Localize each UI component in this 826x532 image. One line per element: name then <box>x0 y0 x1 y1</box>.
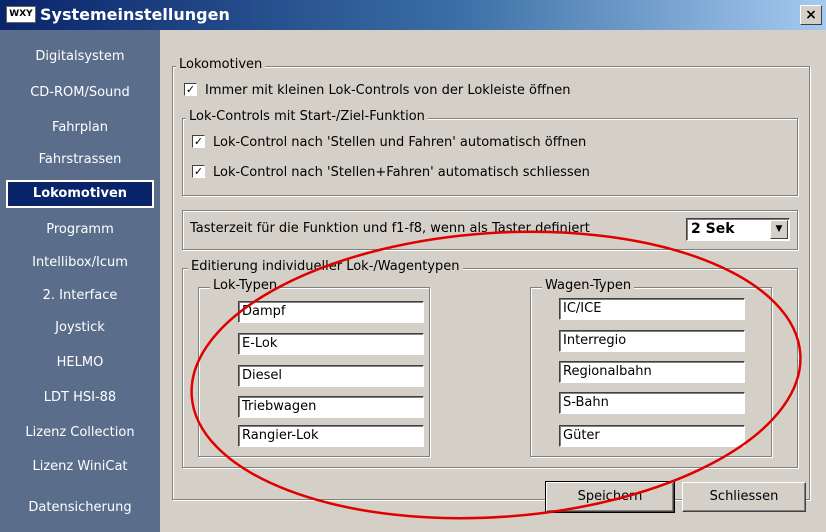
auto-open-checkbox[interactable]: ✓ <box>192 135 205 148</box>
sidebar-item-helmo[interactable]: HELMO <box>0 349 160 377</box>
sidebar-item-lizenz-winicat[interactable]: Lizenz WiniCat <box>0 453 160 481</box>
start-ziel-group <box>182 118 798 196</box>
lokomotiven-legend: Lokomotiven <box>176 57 266 72</box>
sidebar-item-digitalsystem[interactable]: Digitalsystem <box>0 43 160 71</box>
save-button[interactable]: Speichern <box>545 481 675 513</box>
lok-type-field[interactable]: E-Lok <box>238 333 424 355</box>
taster-label: Tasterzeit für die Funktion und f1-f8, w… <box>190 221 590 236</box>
title-bar: WXY Systemeinstellungen × <box>0 0 826 30</box>
editing-legend: Editierung individueller Lok-/Wagentypen <box>188 259 463 274</box>
wagen-type-field[interactable]: Regionalbahn <box>559 361 745 383</box>
sidebar-item-fahrstrassen[interactable]: Fahrstrassen <box>0 146 160 174</box>
wagen-type-field[interactable]: S-Bahn <box>559 392 745 414</box>
close-button[interactable]: Schliessen <box>682 482 806 512</box>
wagen-types-legend: Wagen-Typen <box>542 278 635 293</box>
auto-close-option[interactable]: ✓ Lok-Control nach 'Stellen+Fahren' autom… <box>192 164 590 182</box>
wagen-type-field[interactable]: Interregio <box>559 330 745 352</box>
sidebar-item-joystick[interactable]: Joystick <box>0 314 160 342</box>
lok-type-field[interactable]: Rangier-Lok <box>238 425 424 447</box>
auto-open-label: Lok-Control nach 'Stellen und Fahren' au… <box>213 135 587 150</box>
app-icon: WXY <box>6 6 36 23</box>
window-title: Systemeinstellungen <box>40 5 230 24</box>
sidebar-item-fahrplan[interactable]: Fahrplan <box>0 114 160 142</box>
sidebar-item-datensicherung[interactable]: Datensicherung <box>0 494 160 522</box>
sidebar-item-ldt-hsi-88[interactable]: LDT HSI-88 <box>0 384 160 412</box>
taster-select-value: 2 Sek <box>691 221 735 237</box>
sidebar-item-lokomotiven[interactable]: Lokomotiven <box>6 180 154 208</box>
lok-type-field[interactable]: Diesel <box>238 365 424 387</box>
auto-open-option[interactable]: ✓ Lok-Control nach 'Stellen und Fahren' a… <box>192 134 586 152</box>
auto-close-label: Lok-Control nach 'Stellen+Fahren' automa… <box>213 165 590 180</box>
auto-close-checkbox[interactable]: ✓ <box>192 165 205 178</box>
lok-types-legend: Lok-Typen <box>210 278 281 293</box>
taster-select[interactable]: 2 Sek ▼ <box>686 218 790 241</box>
wagen-type-field[interactable]: IC/ICE <box>559 298 745 320</box>
sidebar-item-2-interface[interactable]: 2. Interface <box>0 282 160 310</box>
lok-type-field[interactable]: Dampf <box>238 301 424 323</box>
open-small-controls-checkbox[interactable]: ✓ <box>184 83 197 96</box>
dropdown-arrow-icon[interactable]: ▼ <box>770 220 788 239</box>
settings-panel: Lokomotiven ✓ Immer mit kleinen Lok-Contr… <box>160 30 826 532</box>
sidebar-item-programm[interactable]: Programm <box>0 216 160 244</box>
sidebar: Digitalsystem CD-ROM/Sound Fahrplan Fahr… <box>0 30 160 532</box>
wagen-type-field[interactable]: Güter <box>559 425 745 447</box>
lok-type-field[interactable]: Triebwagen <box>238 396 424 418</box>
sidebar-item-lizenz-collection[interactable]: Lizenz Collection <box>0 419 160 447</box>
sidebar-item-cdrom-sound[interactable]: CD-ROM/Sound <box>0 79 160 107</box>
open-small-controls-option[interactable]: ✓ Immer mit kleinen Lok-Controls von der … <box>184 82 570 100</box>
open-small-controls-label: Immer mit kleinen Lok-Controls von der L… <box>205 83 571 98</box>
sidebar-item-intellibox[interactable]: Intellibox/Icum <box>0 249 160 277</box>
close-icon[interactable]: × <box>800 5 822 25</box>
start-ziel-legend: Lok-Controls mit Start-/Ziel-Funktion <box>186 109 428 124</box>
